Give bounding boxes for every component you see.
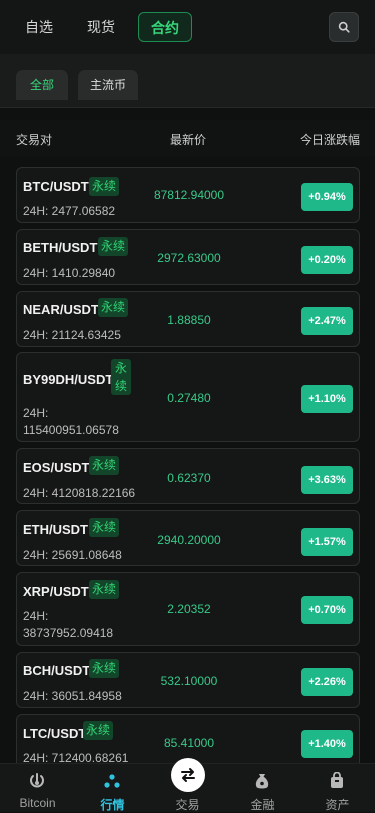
market-icon — [104, 774, 120, 788]
volume-24h: 24H: 21124.63425 — [23, 328, 121, 342]
market-row-eos[interactable]: EOS/USDT 永续 24H: 4120818.22166 0.62370 +… — [16, 448, 360, 504]
nav-label: 行情 — [100, 798, 125, 812]
sub-tab-bar: 全部 主流币 — [0, 54, 375, 108]
bottom-nav: Bitcoin 行情 交易 金融 资产 — [0, 758, 375, 812]
nav-finance[interactable]: 金融 — [225, 764, 300, 812]
market-row-near[interactable]: NEAR/USDT 永续 24H: 21124.63425 1.88850 +2… — [16, 291, 360, 347]
change-badge: +0.20% — [301, 246, 353, 274]
last-price: 2972.63000 — [157, 251, 221, 265]
pair-name: BETH/USDT — [23, 240, 98, 255]
subtab-all[interactable]: 全部 — [16, 70, 68, 100]
pair-name: BCH/USDT — [23, 663, 91, 678]
perpetual-badge: 永续 — [98, 237, 128, 256]
market-row-eth[interactable]: ETH/USDT 永续 24H: 25691.08648 2940.20000 … — [16, 510, 360, 566]
wallet-icon — [331, 772, 343, 788]
volume-24h: 24H: 2477.06582 — [23, 204, 116, 218]
change-badge: +1.10% — [301, 385, 353, 413]
nav-trade[interactable]: 交易 — [150, 758, 225, 812]
pair-name: BTC/USDT — [23, 179, 89, 194]
change-badge: +0.94% — [301, 183, 353, 211]
market-row-by99dh[interactable]: BY99DH/USDT 永续 24H: 115400951.06578 0.27… — [16, 352, 360, 442]
trade-swap-icon — [171, 758, 205, 792]
volume-24h: 24H: 4120818.22166 — [23, 486, 136, 500]
last-price: 532.10000 — [160, 674, 218, 688]
change-badge: +0.70% — [301, 596, 353, 624]
nav-label: 交易 — [175, 798, 200, 812]
nav-label: Bitcoin — [19, 796, 56, 810]
market-row-bch[interactable]: BCH/USDT 永续 24H: 36051.84958 532.10000 +… — [16, 652, 360, 708]
volume-24h: 115400951.06578 — [23, 423, 119, 437]
nav-label: 资产 — [325, 798, 350, 812]
tab-spot[interactable]: 现货 — [78, 12, 124, 42]
finance-bag-icon — [255, 774, 269, 789]
col-pair: 交易对 — [16, 133, 53, 147]
perpetual-badge: 永续 — [111, 359, 131, 395]
search-icon — [338, 21, 350, 33]
volume-24h: 38737952.09418 — [23, 626, 114, 640]
tab-favorites[interactable]: 自选 — [16, 12, 62, 42]
change-badge: +2.47% — [301, 307, 353, 335]
nav-assets[interactable]: 资产 — [300, 764, 375, 812]
subtab-mainstream[interactable]: 主流币 — [78, 70, 138, 100]
volume-24h: 24H: 1410.29840 — [23, 266, 116, 280]
change-badge: +1.40% — [301, 730, 353, 758]
perpetual-badge: 永续 — [89, 177, 119, 196]
perpetual-badge: 永续 — [83, 721, 113, 740]
market-row-xrp[interactable]: XRP/USDT 永续 24H: 38737952.09418 2.20352 … — [16, 572, 360, 646]
last-price: 2.20352 — [167, 602, 211, 616]
pair-name: EOS/USDT — [23, 460, 90, 475]
search-button[interactable] — [329, 12, 359, 42]
col-change: 今日涨跌幅 — [299, 133, 360, 147]
change-badge: +3.63% — [301, 466, 353, 494]
pair-name: LTC/USDT — [23, 726, 87, 741]
pair-name: ETH/USDT — [23, 522, 88, 537]
bitcoin-icon — [30, 773, 44, 788]
perpetual-badge: 永续 — [98, 298, 128, 317]
tab-contract[interactable]: 合约 — [138, 12, 192, 42]
last-price: 1.88850 — [167, 313, 211, 327]
top-bar: 自选 现货 合约 — [0, 0, 375, 54]
volume-24h-label: 24H: — [23, 609, 49, 623]
market-row-btc[interactable]: BTC/USDT 永续 24H: 2477.06582 87812.94000 … — [16, 167, 360, 223]
volume-24h: 24H: 25691.08648 — [23, 548, 122, 562]
pair-name: BY99DH/USDT — [23, 372, 114, 387]
change-badge: +1.57% — [301, 528, 353, 556]
last-price: 0.27480 — [167, 391, 211, 405]
perpetual-badge: 永续 — [89, 659, 119, 678]
volume-24h: 24H: 36051.84958 — [23, 689, 122, 703]
last-price: 85.41000 — [163, 736, 215, 750]
perpetual-badge: 永续 — [89, 518, 119, 537]
volume-24h-label: 24H: — [23, 406, 49, 420]
market-row-beth[interactable]: BETH/USDT 永续 24H: 1410.29840 2972.63000 … — [16, 229, 360, 285]
nav-label: 金融 — [250, 798, 275, 812]
last-price: 87812.94000 — [153, 188, 225, 202]
change-badge: +2.26% — [301, 668, 353, 696]
column-header: 交易对 最新价 今日涨跌幅 — [0, 120, 375, 156]
nav-bitcoin[interactable]: Bitcoin — [0, 764, 75, 812]
nav-market[interactable]: 行情 — [75, 764, 150, 812]
pair-name: NEAR/USDT — [23, 302, 99, 317]
perpetual-badge: 永续 — [89, 456, 119, 475]
last-price: 0.62370 — [167, 471, 211, 485]
pair-name: XRP/USDT — [23, 584, 89, 599]
col-price: 最新价 — [170, 133, 207, 147]
last-price: 2940.20000 — [157, 533, 221, 547]
perpetual-badge: 永续 — [89, 580, 119, 599]
